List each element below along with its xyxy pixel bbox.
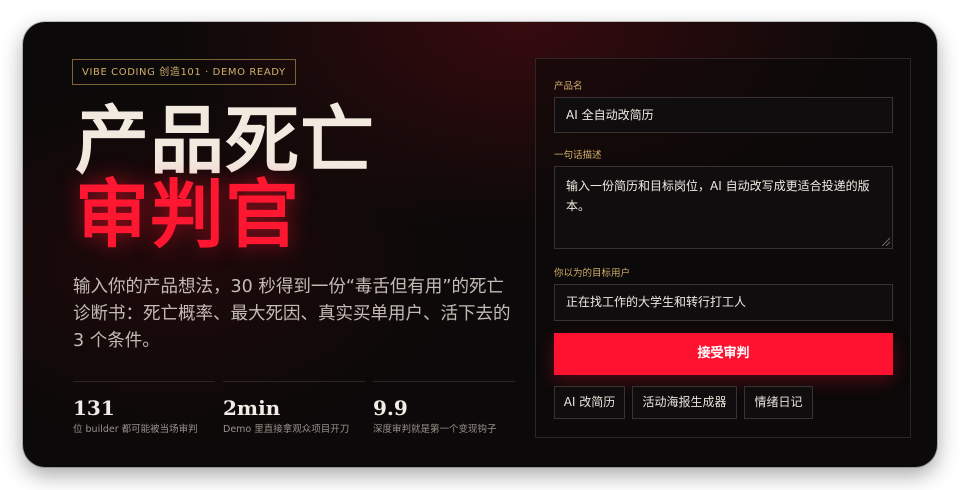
description-label: 一句话描述: [554, 150, 602, 161]
hero-subtitle: 输入你的产品想法，30 秒得到一份“毒舌但有用”的死亡诊断书：死亡概率、最大死因…: [73, 277, 511, 351]
page-title-line2: 审判官: [75, 172, 300, 258]
stats-row: 131 位 builder 都可能被当场审判 2min Demo 里直接拿观众项…: [73, 381, 515, 441]
stat-desc: 位 builder 都可能被当场审判: [73, 424, 198, 435]
page-title-line1: 产品死亡: [75, 98, 375, 184]
product-name-label: 产品名: [554, 81, 583, 92]
example-chip-resume[interactable]: AI 改简历: [554, 386, 625, 419]
stat-value: 9.9: [373, 396, 408, 420]
target-user-input[interactable]: 正在找工作的大学生和转行打工人: [554, 284, 893, 321]
stat-desc: 深度审判就是第一个变现钩子: [373, 424, 497, 435]
example-chip-diary[interactable]: 情绪日记: [744, 386, 813, 419]
stat-item: 131 位 builder 都可能被当场审判: [73, 381, 215, 435]
stat-desc: Demo 里直接拿观众项目开刀: [223, 424, 350, 435]
stat-value: 131: [73, 396, 115, 420]
judgement-form: 产品名 AI 全自动改简历 一句话描述 输入一份简历和目标岗位，AI 自动改写成…: [535, 58, 911, 438]
product-name-input[interactable]: AI 全自动改简历: [554, 97, 893, 133]
resize-handle-icon[interactable]: [882, 238, 890, 246]
stat-item: 2min Demo 里直接拿观众项目开刀: [223, 381, 365, 435]
target-user-label: 你以为的目标用户: [554, 268, 631, 279]
submit-judgement-button[interactable]: 接受审判: [554, 333, 893, 375]
description-textarea[interactable]: 输入一份简历和目标岗位，AI 自动改写成更适合投递的版本。: [554, 166, 893, 249]
event-tag: VIBE CODING 创造101 · DEMO READY: [72, 59, 296, 85]
example-chip-poster[interactable]: 活动海报生成器: [632, 386, 737, 419]
main-card: VIBE CODING 创造101 · DEMO READY 产品死亡 审判官 …: [23, 22, 937, 467]
stat-value: 2min: [223, 396, 281, 420]
stat-item: 9.9 深度审判就是第一个变现钩子: [373, 381, 515, 435]
description-text: 输入一份简历和目标岗位，AI 自动改写成更适合投递的版本。: [566, 179, 870, 213]
